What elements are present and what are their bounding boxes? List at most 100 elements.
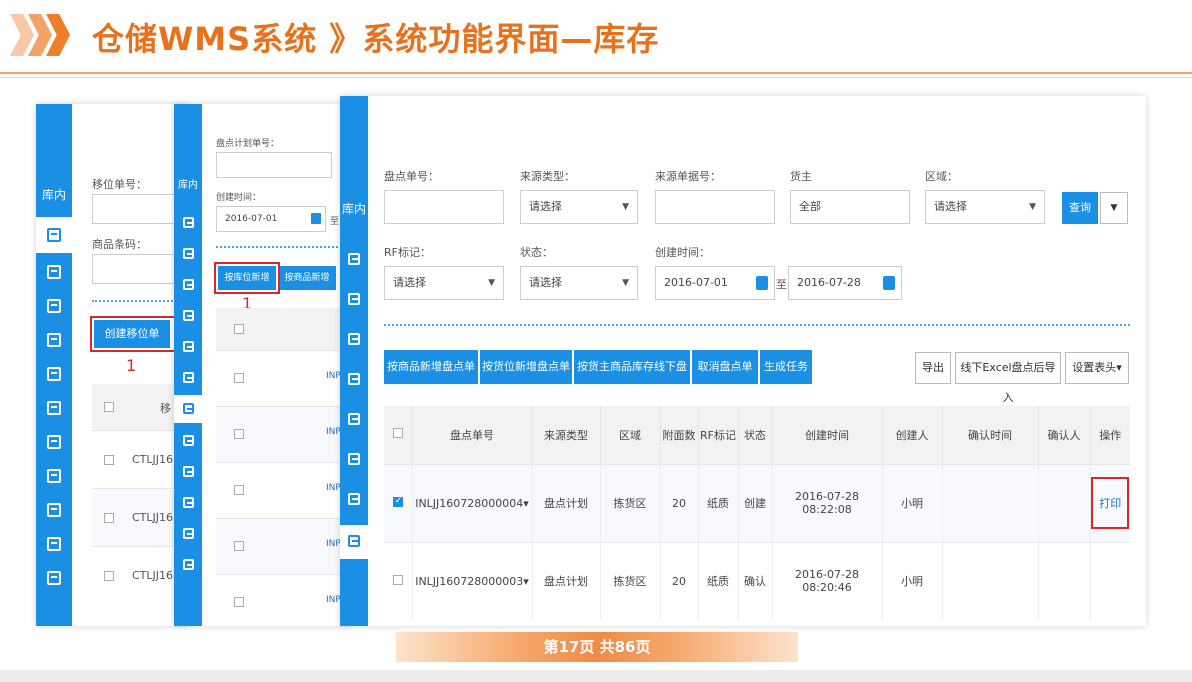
row-checkbox[interactable] — [104, 455, 114, 465]
owner-input[interactable]: 全部 — [790, 190, 910, 224]
row-checkbox[interactable] — [392, 574, 403, 585]
column-header[interactable]: 状态 — [738, 406, 773, 464]
barcode-input[interactable] — [92, 254, 186, 284]
move-order-no-input[interactable] — [92, 194, 186, 224]
column-header[interactable]: 创建时间 — [772, 406, 883, 464]
rf-flag-select[interactable]: 请选择 ▼ — [384, 266, 504, 300]
dotted-divider — [216, 246, 346, 248]
sidebar-item[interactable] — [174, 341, 202, 352]
sidebar-item[interactable] — [340, 453, 368, 465]
step-number: 1 — [126, 356, 137, 375]
sidebar-item[interactable] — [340, 493, 368, 505]
sidebar-item[interactable] — [36, 333, 72, 347]
export-button[interactable]: 导出 — [915, 352, 951, 384]
column-header[interactable]: 区域 — [600, 406, 661, 464]
select-all-checkbox[interactable] — [104, 402, 114, 412]
source-doc-no-input[interactable] — [655, 190, 775, 224]
sidebar-item[interactable] — [174, 217, 202, 228]
table-row[interactable]: INPI — [216, 350, 350, 406]
table-row[interactable]: INPI — [216, 406, 350, 462]
column-header[interactable]: 确认人 — [1038, 406, 1091, 464]
table-row[interactable]: INPI — [216, 518, 350, 574]
sidebar-item[interactable] — [36, 401, 72, 415]
inbox-icon — [47, 367, 61, 381]
column-header[interactable]: 附面数 — [660, 406, 699, 464]
select-all-checkbox[interactable] — [234, 324, 244, 334]
sidebar-item[interactable] — [174, 497, 202, 508]
cancel-count-button[interactable]: 取消盘点单 — [692, 350, 758, 384]
sidebar-item[interactable] — [36, 435, 72, 449]
table-row[interactable]: CTLJJ16( — [92, 488, 186, 546]
count-order-no-input[interactable] — [384, 190, 504, 224]
area-select[interactable]: 请选择 ▼ — [925, 190, 1045, 224]
sidebar-item[interactable] — [36, 571, 72, 585]
table-row[interactable]: INPI — [216, 574, 350, 626]
query-dropdown-button[interactable]: ▼ — [1100, 192, 1128, 224]
sidebar-item[interactable] — [36, 265, 72, 279]
table-row[interactable]: INLJJ160728000004▾ 盘点计划 拣货区 20 纸质 创建 201… — [384, 463, 1130, 542]
table-row[interactable]: INPI — [216, 462, 350, 518]
sidebar-item[interactable] — [36, 299, 72, 313]
sidebar-item[interactable] — [174, 466, 202, 477]
sidebar-item[interactable] — [174, 310, 202, 321]
sidebar-item[interactable] — [174, 528, 202, 539]
table-row[interactable]: CTLJJ16( — [92, 430, 186, 488]
generate-task-button[interactable]: 生成任务 — [760, 350, 812, 384]
column-header[interactable]: 盘点单号 — [412, 406, 533, 464]
add-by-product-count-button[interactable]: 按商品新增盘点单 — [384, 350, 478, 384]
row-checkbox[interactable] — [234, 429, 244, 439]
created-from-input[interactable]: 2016-07-01 — [655, 266, 775, 300]
sidebar-item[interactable] — [36, 503, 72, 517]
source-type-select[interactable]: 请选择 ▼ — [520, 190, 638, 224]
row-checkbox[interactable] — [234, 541, 244, 551]
sidebar-item-active[interactable] — [340, 525, 368, 559]
excel-import-button[interactable]: 线下Excel盘点后导入 — [955, 352, 1061, 404]
sidebar-item[interactable] — [340, 413, 368, 425]
select-all-checkbox[interactable] — [392, 428, 403, 439]
sidebar-item[interactable] — [36, 469, 72, 483]
sidebar-item-active[interactable] — [36, 217, 72, 253]
sidebar-item-active[interactable] — [174, 395, 202, 423]
created-to-input[interactable]: 2016-07-28 — [788, 266, 902, 300]
add-by-location-count-button[interactable]: 按货位新增盘点单 — [480, 350, 572, 384]
sidebar-title: 库内 — [341, 202, 366, 216]
sidebar-item[interactable] — [36, 537, 72, 551]
sidebar-item[interactable] — [174, 279, 202, 290]
sidebar-item[interactable] — [340, 253, 368, 265]
row-checkbox[interactable] — [104, 571, 114, 581]
column-settings-button[interactable]: 设置表头▾ — [1065, 352, 1129, 384]
calendar-icon[interactable] — [883, 276, 895, 290]
calendar-icon[interactable] — [311, 213, 321, 224]
offline-count-button[interactable]: 按货主商品库存线下盘点 — [574, 350, 690, 407]
column-header[interactable]: 创建人 — [882, 406, 943, 464]
calendar-icon[interactable] — [756, 276, 768, 290]
query-button[interactable]: 查询 — [1062, 192, 1098, 224]
count-order-no-link[interactable]: INLJJ160728000003▾ — [412, 541, 533, 620]
sidebar-item[interactable] — [174, 435, 202, 446]
sidebar-item[interactable] — [340, 333, 368, 345]
sidebar-item[interactable] — [174, 372, 202, 383]
add-by-product-button[interactable]: 按商品新增 — [278, 266, 336, 290]
rf-flag-cell: 纸质 — [698, 541, 739, 620]
sidebar-item[interactable] — [174, 248, 202, 259]
sidebar-item[interactable] — [174, 559, 202, 570]
count-plan-no-input[interactable] — [216, 152, 332, 178]
table-row[interactable]: INLJJ160728000003▾ 盘点计划 拣货区 20 纸质 确认 201… — [384, 541, 1130, 620]
row-checkbox[interactable] — [392, 496, 403, 507]
table-row[interactable]: CTLJJ16( — [92, 546, 186, 604]
column-header[interactable]: RF标记 — [698, 406, 739, 464]
count-order-no-link[interactable]: INLJJ160728000004▾ — [412, 463, 533, 542]
row-checkbox[interactable] — [234, 597, 244, 607]
print-link[interactable]: 打印 — [1091, 477, 1130, 529]
row-checkbox[interactable] — [104, 513, 114, 523]
status-select[interactable]: 请选择 ▼ — [520, 266, 638, 300]
sidebar-item[interactable] — [36, 367, 72, 381]
row-checkbox[interactable] — [234, 373, 244, 383]
created-from-input[interactable]: 2016-07-01 — [216, 206, 326, 232]
row-checkbox[interactable] — [234, 485, 244, 495]
move-order-no-label: 移位单号： — [92, 178, 147, 191]
sidebar-item[interactable] — [340, 293, 368, 305]
sidebar-item[interactable] — [340, 373, 368, 385]
column-header[interactable]: 来源类型 — [532, 406, 601, 464]
column-header[interactable]: 确认时间 — [942, 406, 1039, 464]
